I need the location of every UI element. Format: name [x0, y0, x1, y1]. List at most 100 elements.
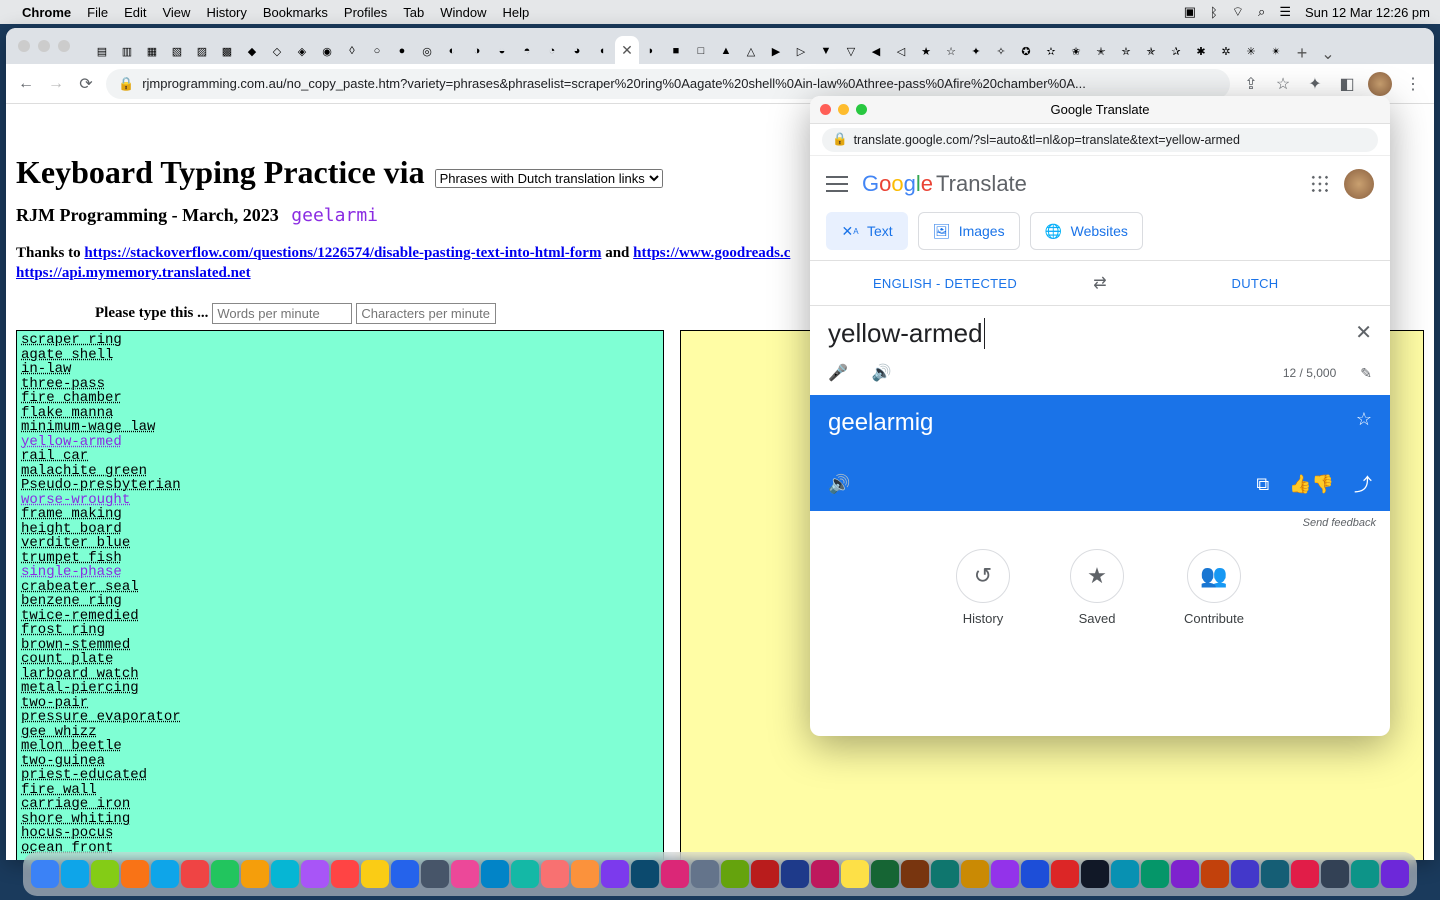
browser-tab[interactable]: ✴ — [1264, 38, 1288, 64]
browser-tab[interactable]: ▥ — [115, 38, 139, 64]
contribute-button[interactable]: 👥Contribute — [1184, 549, 1244, 626]
google-translate-logo[interactable]: GoogleTranslate — [862, 171, 1027, 197]
browser-tab[interactable]: ◐ — [440, 38, 464, 64]
saved-button[interactable]: ★Saved — [1070, 549, 1124, 626]
pencil-icon[interactable]: ✎ — [1360, 365, 1372, 382]
clock[interactable]: Sun 12 Mar 12:26 pm — [1305, 5, 1430, 20]
dock-app[interactable] — [691, 860, 719, 888]
dock-app[interactable] — [481, 860, 509, 888]
gt-min-dot[interactable] — [838, 104, 849, 115]
dock-app[interactable] — [301, 860, 329, 888]
browser-tab[interactable]: ◀ — [864, 38, 888, 64]
search-icon[interactable]: ⌕ — [1258, 4, 1265, 20]
extensions-icon[interactable]: ✦ — [1304, 73, 1326, 95]
address-bar[interactable]: 🔒 rjmprogramming.com.au/no_copy_paste.ht… — [106, 69, 1230, 99]
window-controls[interactable] — [6, 32, 82, 60]
browser-tab[interactable]: ● — [390, 38, 414, 64]
cpm-input[interactable] — [356, 303, 496, 324]
browser-tab[interactable]: ▦ — [140, 38, 164, 64]
send-feedback[interactable]: Send feedback — [810, 511, 1390, 535]
gt-avatar[interactable] — [1344, 169, 1374, 199]
gt-input-area[interactable]: yellow-armed ✕ — [810, 306, 1390, 355]
kebab-icon[interactable]: ⋮ — [1402, 73, 1424, 95]
menu-icon[interactable] — [826, 176, 848, 192]
browser-tab[interactable]: ✯ — [1139, 38, 1163, 64]
browser-tab[interactable]: ◊ — [340, 38, 364, 64]
browser-tab[interactable]: ▶ — [764, 38, 788, 64]
dock-app[interactable] — [1051, 860, 1079, 888]
dock-app[interactable] — [1381, 860, 1409, 888]
browser-tab[interactable]: ■ — [664, 38, 688, 64]
browser-tab[interactable]: ✮ — [1114, 38, 1138, 64]
dock-app[interactable] — [1081, 860, 1109, 888]
dock-app[interactable] — [721, 860, 749, 888]
mode-text[interactable]: ✕AText — [826, 212, 908, 250]
wpm-input[interactable] — [212, 303, 352, 324]
menu-file[interactable]: File — [87, 5, 108, 20]
browser-tab[interactable]: ✭ — [1089, 38, 1113, 64]
browser-tab[interactable]: ◗ — [639, 38, 663, 64]
browser-tab[interactable]: ▧ — [165, 38, 189, 64]
dock-app[interactable] — [1111, 860, 1139, 888]
close-dot[interactable] — [18, 40, 30, 52]
menu-bookmarks[interactable]: Bookmarks — [263, 5, 328, 20]
thanks-link-stackoverflow[interactable]: https://stackoverflow.com/questions/1226… — [84, 245, 601, 261]
browser-tab[interactable]: ◓ — [515, 38, 539, 64]
dock-app[interactable] — [781, 860, 809, 888]
browser-tab[interactable]: ◆ — [240, 38, 264, 64]
dock-app[interactable] — [181, 860, 209, 888]
save-star-icon[interactable]: ☆ — [1356, 409, 1372, 430]
browser-tab[interactable]: ✳ — [1239, 38, 1263, 64]
browser-tab[interactable]: ◑ — [465, 38, 489, 64]
menu-edit[interactable]: Edit — [124, 5, 146, 20]
output-speaker-icon[interactable]: 🔊 — [828, 474, 850, 495]
browser-tab[interactable]: ✲ — [1214, 38, 1238, 64]
dock-app[interactable] — [1261, 860, 1289, 888]
dock-app[interactable] — [241, 860, 269, 888]
gt-close-dot[interactable] — [820, 104, 831, 115]
browser-tab[interactable]: ▨ — [190, 38, 214, 64]
browser-tab[interactable]: △ — [739, 38, 763, 64]
bluetooth-icon[interactable]: ᛒ — [1210, 5, 1218, 20]
rate-icon[interactable]: 👍👎 — [1289, 474, 1334, 495]
browser-tab-active[interactable]: ✕ — [615, 36, 639, 64]
thanks-link-goodreads[interactable]: https://www.goodreads.c — [633, 245, 790, 261]
share-icon[interactable]: ⇪ — [1240, 73, 1262, 95]
dock-app[interactable] — [961, 860, 989, 888]
dock-app[interactable] — [601, 860, 629, 888]
browser-tab[interactable]: ▼ — [814, 38, 838, 64]
browser-tab[interactable]: ◎ — [415, 38, 439, 64]
gt-address-bar[interactable]: 🔒 translate.google.com/?sl=auto&tl=nl&op… — [822, 128, 1378, 152]
dock-app[interactable] — [511, 860, 539, 888]
phrases-box[interactable]: scraper ringagate shellin-lawthree-passf… — [16, 330, 664, 860]
battery-icon[interactable]: ▣ — [1184, 4, 1196, 20]
browser-tab[interactable]: ◖ — [590, 38, 614, 64]
dock-app[interactable] — [631, 860, 659, 888]
dock-app[interactable] — [1351, 860, 1379, 888]
control-center-icon[interactable]: ☰ — [1279, 4, 1291, 20]
gt-titlebar[interactable]: Google Translate — [810, 96, 1390, 124]
history-button[interactable]: ↺History — [956, 549, 1010, 626]
browser-tab[interactable]: ◒ — [490, 38, 514, 64]
copy-icon[interactable]: ⧉ — [1256, 474, 1269, 495]
browser-tab[interactable]: ▲ — [714, 38, 738, 64]
browser-tab[interactable]: ▽ — [839, 38, 863, 64]
menu-window[interactable]: Window — [440, 5, 486, 20]
dock-app[interactable] — [991, 860, 1019, 888]
dock-app[interactable] — [1171, 860, 1199, 888]
variety-select[interactable]: Phrases with Dutch translation links — [435, 169, 663, 188]
dock-app[interactable] — [871, 860, 899, 888]
dock-app[interactable] — [61, 860, 89, 888]
menu-profiles[interactable]: Profiles — [344, 5, 387, 20]
gt-source-text[interactable]: yellow-armed — [828, 318, 985, 349]
dock-app[interactable] — [211, 860, 239, 888]
dock-app[interactable] — [751, 860, 779, 888]
new-tab-button[interactable]: + — [1289, 43, 1315, 64]
dock-app[interactable] — [391, 860, 419, 888]
mic-icon[interactable]: 🎤 — [828, 363, 848, 383]
browser-tab[interactable]: ◈ — [290, 38, 314, 64]
browser-tab[interactable]: ▤ — [90, 38, 114, 64]
share-icon[interactable]: ⤴ — [1354, 471, 1372, 497]
dock-app[interactable] — [31, 860, 59, 888]
dock-app[interactable] — [931, 860, 959, 888]
